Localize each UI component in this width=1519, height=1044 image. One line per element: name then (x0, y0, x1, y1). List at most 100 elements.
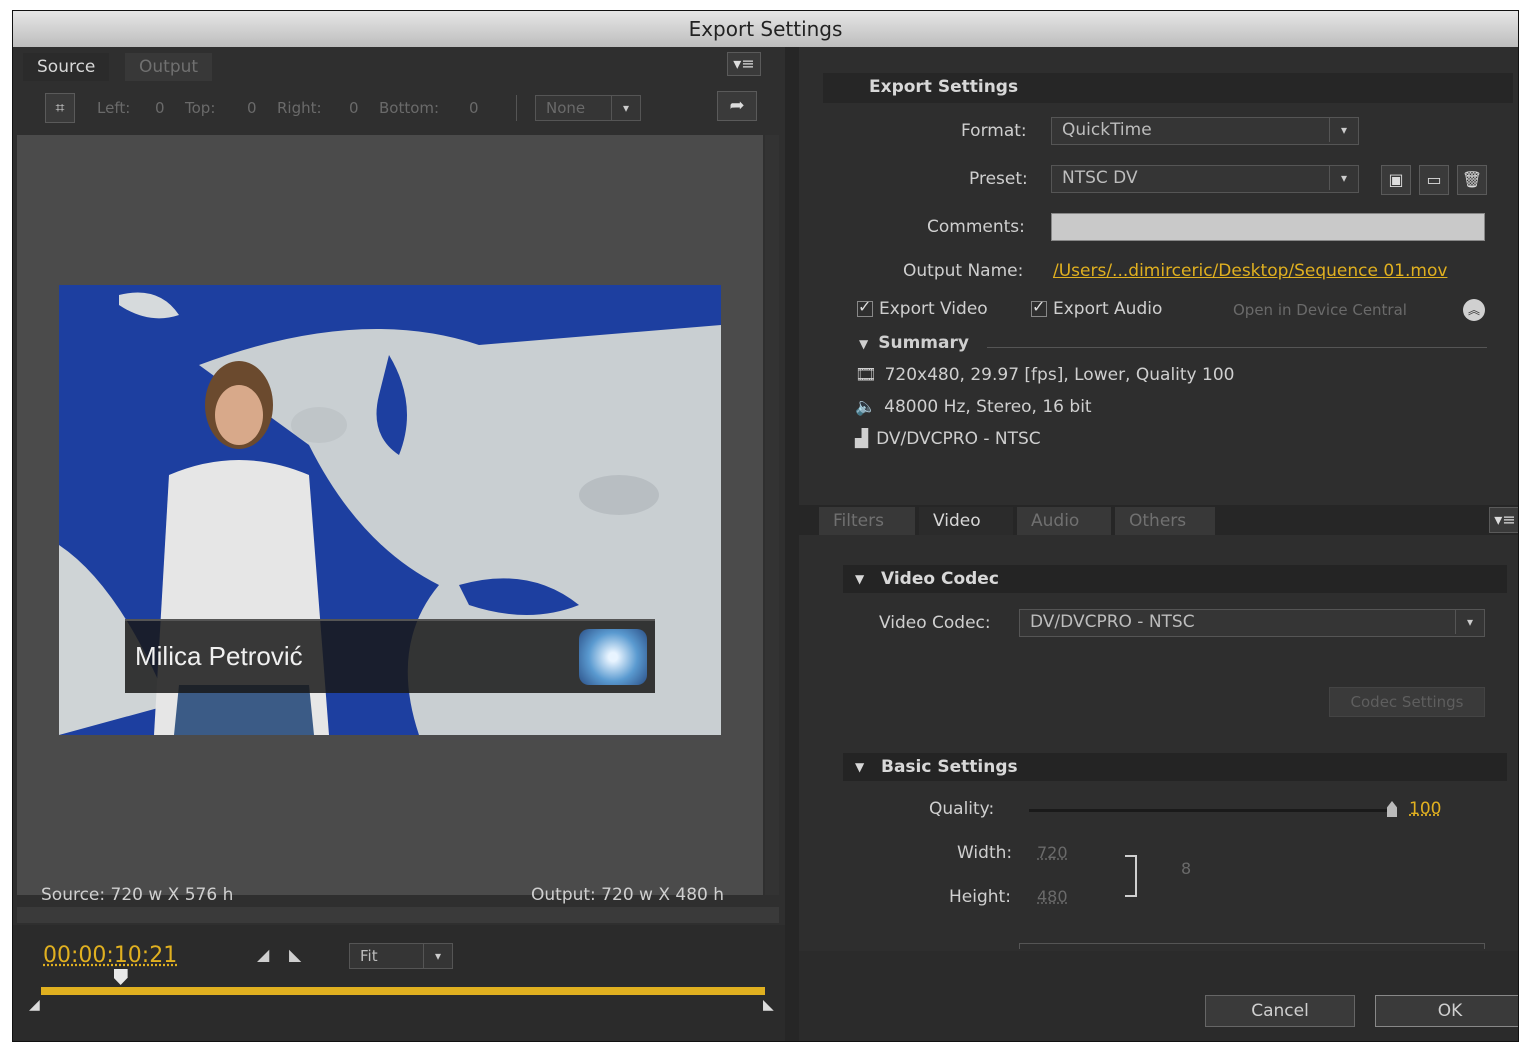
summary-toggle[interactable]: ▼ Summary (859, 333, 969, 353)
summary-audio-row: 🔈 48000 Hz, Stereo, 16 bit (855, 397, 1092, 417)
crop-left-value[interactable]: 0 (155, 99, 165, 117)
film-icon: 🎞 (855, 365, 877, 385)
basic-settings-section-header[interactable]: ▼ Basic Settings (843, 753, 1507, 781)
set-in-point-icon[interactable]: ◢ (257, 945, 269, 964)
width-label: Width: (957, 843, 1013, 863)
output-name-link[interactable]: /Users/...dimirceric/Desktop/Sequence 01… (1053, 261, 1447, 281)
height-label: Height: (949, 887, 1011, 907)
quality-slider-track[interactable] (1029, 809, 1395, 812)
aspect-link-bracket (1125, 855, 1137, 897)
tab-video[interactable]: Video (919, 507, 1013, 535)
codec-settings-button[interactable]: Codec Settings (1329, 687, 1485, 717)
quality-slider-handle[interactable] (1387, 801, 1397, 817)
crop-right-value[interactable]: 0 (349, 99, 359, 117)
preset-label: Preset: (969, 169, 1028, 189)
tab-others[interactable]: Others (1115, 507, 1215, 535)
crop-left-label: Left: (97, 99, 131, 117)
format-select[interactable]: QuickTime ▾ (1051, 117, 1359, 145)
export-panel: Export Settings Format: QuickTime ▾ Pres… (799, 47, 1518, 1041)
out-point-marker-icon[interactable]: ◣ (763, 997, 774, 1013)
export-video-checkbox[interactable]: Export Video (857, 297, 988, 319)
source-panel: Source Output ▾≡ ⌗ Left: 0 Top: 0 Right:… (13, 47, 785, 1041)
export-audio-checkbox[interactable]: Export Audio (1031, 297, 1163, 319)
quality-value[interactable]: 100 (1409, 799, 1441, 819)
import-preset-icon[interactable]: ▭ (1419, 165, 1449, 195)
triangle-down-icon: ▼ (855, 572, 865, 586)
output-arrow-icon[interactable]: ➦ (717, 91, 757, 121)
preview-scrollbar[interactable] (765, 135, 779, 895)
tab-output[interactable]: Output (125, 53, 213, 81)
export-settings-header-bar: Export Settings (823, 73, 1513, 103)
tab-filters[interactable]: Filters (819, 507, 915, 535)
summary-video-row: 🎞 720x480, 29.97 [fps], Lower, Quality 10… (855, 365, 1234, 385)
summary-divider (987, 347, 1487, 348)
in-point-marker-icon[interactable]: ◢ (29, 997, 40, 1013)
height-value[interactable]: 480 (1037, 887, 1068, 906)
bar-chart-icon: ▟ (855, 429, 869, 449)
source-dimensions: Source: 720 w X 576 h (41, 885, 234, 905)
output-dimensions: Output: 720 w X 480 h (531, 885, 725, 905)
tab-audio[interactable]: Audio (1017, 507, 1111, 535)
zoom-select[interactable]: Fit ▾ (349, 943, 453, 969)
triangle-down-icon: ▼ (859, 337, 869, 351)
crop-ratio-select[interactable]: None ▾ (535, 95, 641, 121)
crop-right-label: Right: (277, 99, 322, 117)
crop-ratio-value: None (546, 99, 586, 117)
triangle-down-icon: ▼ (855, 760, 865, 774)
quality-label: Quality: (929, 799, 995, 819)
hidden-select-edge (1019, 943, 1485, 949)
video-codec-section-header[interactable]: ▼ Video Codec (843, 565, 1507, 593)
panel-splitter[interactable] (785, 47, 799, 1041)
caption-text: Milica Petrović (135, 641, 303, 671)
video-codec-label: Video Codec: (879, 613, 991, 633)
chevron-down-icon: ▾ (1329, 166, 1358, 190)
ok-button[interactable]: OK (1375, 995, 1518, 1027)
format-label: Format: (961, 121, 1027, 141)
output-name-label: Output Name: (903, 261, 1024, 281)
video-codec-section-label: Video Codec (881, 569, 999, 589)
format-value: QuickTime (1062, 120, 1152, 140)
crop-top-value[interactable]: 0 (247, 99, 257, 117)
summary-video-text: 720x480, 29.97 [fps], Lower, Quality 100 (884, 365, 1235, 385)
video-codec-select[interactable]: DV/DVCPRO - NTSC ▾ (1019, 609, 1485, 637)
collapse-icon[interactable]: ︽ (1463, 299, 1485, 321)
crop-bottom-value[interactable]: 0 (469, 99, 479, 117)
checkbox-checked-icon (1031, 297, 1047, 317)
speaker-icon: 🔈 (855, 397, 877, 417)
cancel-button[interactable]: Cancel (1205, 995, 1355, 1027)
chain-link-icon[interactable]: 8 (1181, 859, 1191, 878)
window-title: Export Settings (13, 11, 1518, 48)
comments-input[interactable] (1051, 213, 1485, 241)
timeline-bar[interactable] (41, 987, 765, 995)
video-codec-value: DV/DVCPRO - NTSC (1030, 612, 1195, 632)
lower-third-caption-bar: Milica Petrović (125, 619, 655, 693)
summary-audio-text: 48000 Hz, Stereo, 16 bit (884, 397, 1092, 417)
tab-source[interactable]: Source (23, 53, 110, 81)
export-audio-label: Export Audio (1053, 299, 1163, 319)
checkbox-checked-icon (857, 297, 873, 317)
delete-preset-icon[interactable]: 🗑 (1457, 165, 1487, 195)
export-video-label: Export Video (879, 299, 988, 319)
set-out-point-icon[interactable]: ◣ (289, 945, 301, 964)
summary-label: Summary (878, 333, 969, 353)
chevron-down-icon: ▾ (1329, 118, 1358, 142)
summary-codec-text: DV/DVCPRO - NTSC (876, 429, 1041, 449)
chevron-down-icon: ▾ (611, 96, 640, 120)
tv-logo-icon (579, 629, 647, 685)
chevron-down-icon: ▾ (423, 944, 452, 968)
summary-codec-row: ▟ DV/DVCPRO - NTSC (855, 429, 1041, 449)
timecode[interactable]: 00:00:10:21 (43, 943, 177, 968)
open-device-central-button[interactable]: Open in Device Central (1233, 301, 1407, 319)
comments-label: Comments: (927, 217, 1025, 237)
horizontal-scrollbar[interactable] (17, 907, 779, 923)
tab-panel-menu-icon[interactable]: ▾≡ (1489, 507, 1518, 533)
crop-icon[interactable]: ⌗ (45, 93, 75, 123)
panel-menu-icon[interactable]: ▾≡ (727, 52, 761, 76)
zoom-value: Fit (360, 947, 378, 965)
save-preset-icon[interactable]: ▣ (1381, 165, 1411, 195)
preset-select[interactable]: NTSC DV ▾ (1051, 165, 1359, 193)
crop-bottom-label: Bottom: (379, 99, 440, 117)
toolbar-divider (516, 95, 517, 121)
width-value[interactable]: 720 (1037, 843, 1068, 862)
chevron-down-icon: ▾ (1455, 610, 1484, 634)
